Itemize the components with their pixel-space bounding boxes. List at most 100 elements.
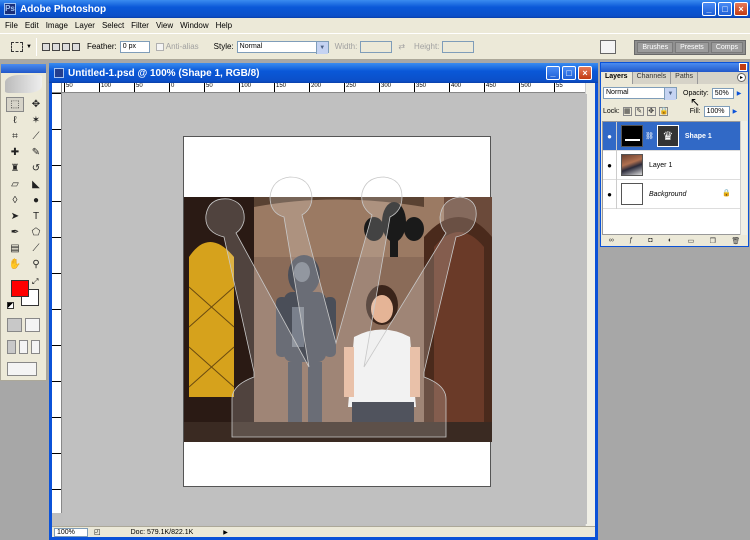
well-tab-brushes[interactable]: Brushes (637, 42, 674, 53)
layer-thumbnail[interactable] (621, 183, 643, 205)
blur-tool-icon[interactable]: ◊ (6, 193, 24, 208)
add-mask-icon[interactable]: ◘ (648, 237, 652, 244)
status-icon[interactable]: ◰ (94, 528, 101, 536)
panel-close-icon[interactable] (739, 63, 747, 71)
shape-tool-icon[interactable]: ⬠ (27, 225, 45, 240)
add-selection-icon[interactable] (51, 42, 60, 51)
layer-list-scrollbar[interactable] (740, 121, 747, 235)
eraser-tool-icon[interactable]: ▱ (6, 177, 24, 192)
visibility-eye-icon[interactable]: ● (603, 179, 617, 209)
vector-mask-crown-thumbnail[interactable]: ♛ (656, 125, 679, 147)
lock-all-icon[interactable]: 🔒 (658, 106, 668, 116)
crop-tool-icon[interactable]: ⌗ (6, 129, 24, 144)
document-title-bar[interactable]: Untitled-1.psd @ 100% (Shape 1, RGB/8) _… (49, 63, 598, 83)
default-colors-icon[interactable] (7, 302, 14, 309)
marquee-tool-icon[interactable]: ⬚ (6, 97, 24, 112)
slice-tool-icon[interactable]: ⟋ (27, 129, 45, 144)
standard-screen-icon[interactable] (7, 340, 16, 354)
subtract-selection-icon[interactable] (61, 42, 70, 51)
quickmask-mode-icon[interactable] (25, 318, 40, 332)
image-canvas[interactable] (183, 136, 492, 488)
feather-logo-icon[interactable] (5, 75, 42, 93)
tab-paths[interactable]: Paths (671, 72, 699, 84)
tab-layers[interactable]: Layers (601, 72, 633, 84)
link-icon[interactable]: ⛓ (645, 132, 654, 140)
fill-input[interactable]: 100% (703, 105, 730, 117)
document-info[interactable]: Doc: 579.1K/822.1K (131, 529, 194, 536)
menu-image[interactable]: Image (44, 21, 73, 30)
hand-tool-icon[interactable]: ✋ (6, 257, 24, 272)
toolbox-header[interactable] (1, 64, 46, 73)
maximize-button[interactable]: □ (718, 2, 732, 16)
opacity-input[interactable]: 50% (711, 87, 734, 99)
tab-channels[interactable]: Channels (633, 72, 672, 84)
status-menu-arrow-icon[interactable]: ▶ (223, 529, 228, 536)
link-layers-icon[interactable]: ∞ (609, 237, 614, 244)
foreground-color[interactable] (11, 280, 29, 297)
layer-style-icon[interactable]: ƒ (629, 237, 633, 244)
palette-well-icon[interactable] (600, 40, 616, 54)
full-screen-icon[interactable] (31, 340, 40, 354)
menu-view[interactable]: View (154, 21, 178, 30)
type-tool-icon[interactable]: T (27, 209, 45, 224)
doc-minimize-button[interactable]: _ (546, 66, 560, 80)
crown-shape-path[interactable] (184, 137, 492, 488)
lock-pixels-icon[interactable]: ✎ (634, 106, 644, 116)
lock-transparency-icon[interactable]: ▦ (622, 106, 632, 116)
swap-icon[interactable]: ⇄ (398, 42, 405, 51)
menu-layer[interactable]: Layer (73, 21, 100, 30)
new-selection-icon[interactable] (41, 42, 50, 51)
fill-slider-icon[interactable]: ▶ (733, 108, 738, 115)
feather-input[interactable]: 0 px (119, 40, 150, 53)
doc-close-button[interactable]: × (578, 66, 592, 80)
eyedropper-icon[interactable]: ⟋ (27, 241, 45, 256)
zoom-level[interactable]: 100% (54, 527, 88, 537)
layers-panel-header[interactable] (601, 63, 748, 72)
new-group-icon[interactable]: ▭ (688, 237, 695, 245)
intersect-selection-icon[interactable] (71, 42, 80, 51)
clone-stamp-icon[interactable]: ♜ (6, 161, 24, 176)
magic-wand-icon[interactable]: ✶ (27, 113, 45, 128)
ruler-origin[interactable] (52, 83, 62, 93)
horizontal-ruler[interactable]: 50 100 50 0 50 100 150 200 250 300 350 400 450 500 55 (62, 83, 592, 93)
blend-mode-select[interactable]: Normal ▼ (603, 87, 677, 100)
panel-menu-icon[interactable]: ▸ (737, 73, 746, 82)
lock-position-icon[interactable]: ✥ (646, 106, 656, 116)
doc-maximize-button[interactable]: □ (562, 66, 576, 80)
brush-tool-icon[interactable]: ✎ (27, 145, 45, 160)
antialias-checkbox[interactable] (155, 42, 164, 51)
vertical-ruler[interactable] (52, 93, 62, 513)
opacity-slider-icon[interactable]: ▶ (737, 90, 742, 97)
standard-mode-icon[interactable] (7, 318, 22, 332)
well-tab-comps[interactable]: Comps (710, 42, 743, 53)
adjustment-layer-icon[interactable]: ◐ (668, 237, 672, 244)
style-select[interactable]: Normal ▼ (236, 40, 329, 54)
menu-window[interactable]: Window (178, 21, 213, 30)
layer-row-shape-1[interactable]: ● ⛓ ♛ Shape 1 (603, 121, 741, 151)
width-input[interactable] (360, 40, 393, 53)
delete-layer-icon[interactable]: 🗑 (731, 237, 740, 245)
dodge-tool-icon[interactable]: ● (27, 193, 45, 208)
layer-thumbnail[interactable] (621, 154, 643, 176)
menu-select[interactable]: Select (100, 21, 129, 30)
full-screen-menu-icon[interactable] (19, 340, 28, 354)
pen-tool-icon[interactable]: ✒ (6, 225, 24, 240)
notes-tool-icon[interactable]: ▤ (6, 241, 24, 256)
well-tab-presets[interactable]: Presets (675, 42, 709, 53)
zoom-tool-icon[interactable]: ⚲ (27, 257, 45, 272)
minimize-button[interactable]: _ (702, 2, 716, 16)
layer-row-layer-1[interactable]: ● Layer 1 (603, 150, 741, 180)
menu-filter[interactable]: Filter (129, 21, 154, 30)
healing-brush-icon[interactable]: ✚ (6, 145, 24, 160)
imageready-jump-icon[interactable] (7, 362, 37, 376)
tool-preset-picker[interactable] (8, 39, 26, 55)
menu-edit[interactable]: Edit (23, 21, 44, 30)
path-selection-icon[interactable]: ➤ (6, 209, 24, 224)
move-tool-icon[interactable]: ✥ (27, 97, 45, 112)
swap-colors-icon[interactable]: ⤢ (32, 277, 38, 287)
visibility-eye-icon[interactable]: ● (603, 121, 617, 151)
lasso-tool-icon[interactable]: ℓ (6, 113, 24, 128)
menu-help[interactable]: Help (214, 21, 237, 30)
canvas-area[interactable] (63, 94, 587, 524)
menu-file[interactable]: File (3, 21, 23, 30)
